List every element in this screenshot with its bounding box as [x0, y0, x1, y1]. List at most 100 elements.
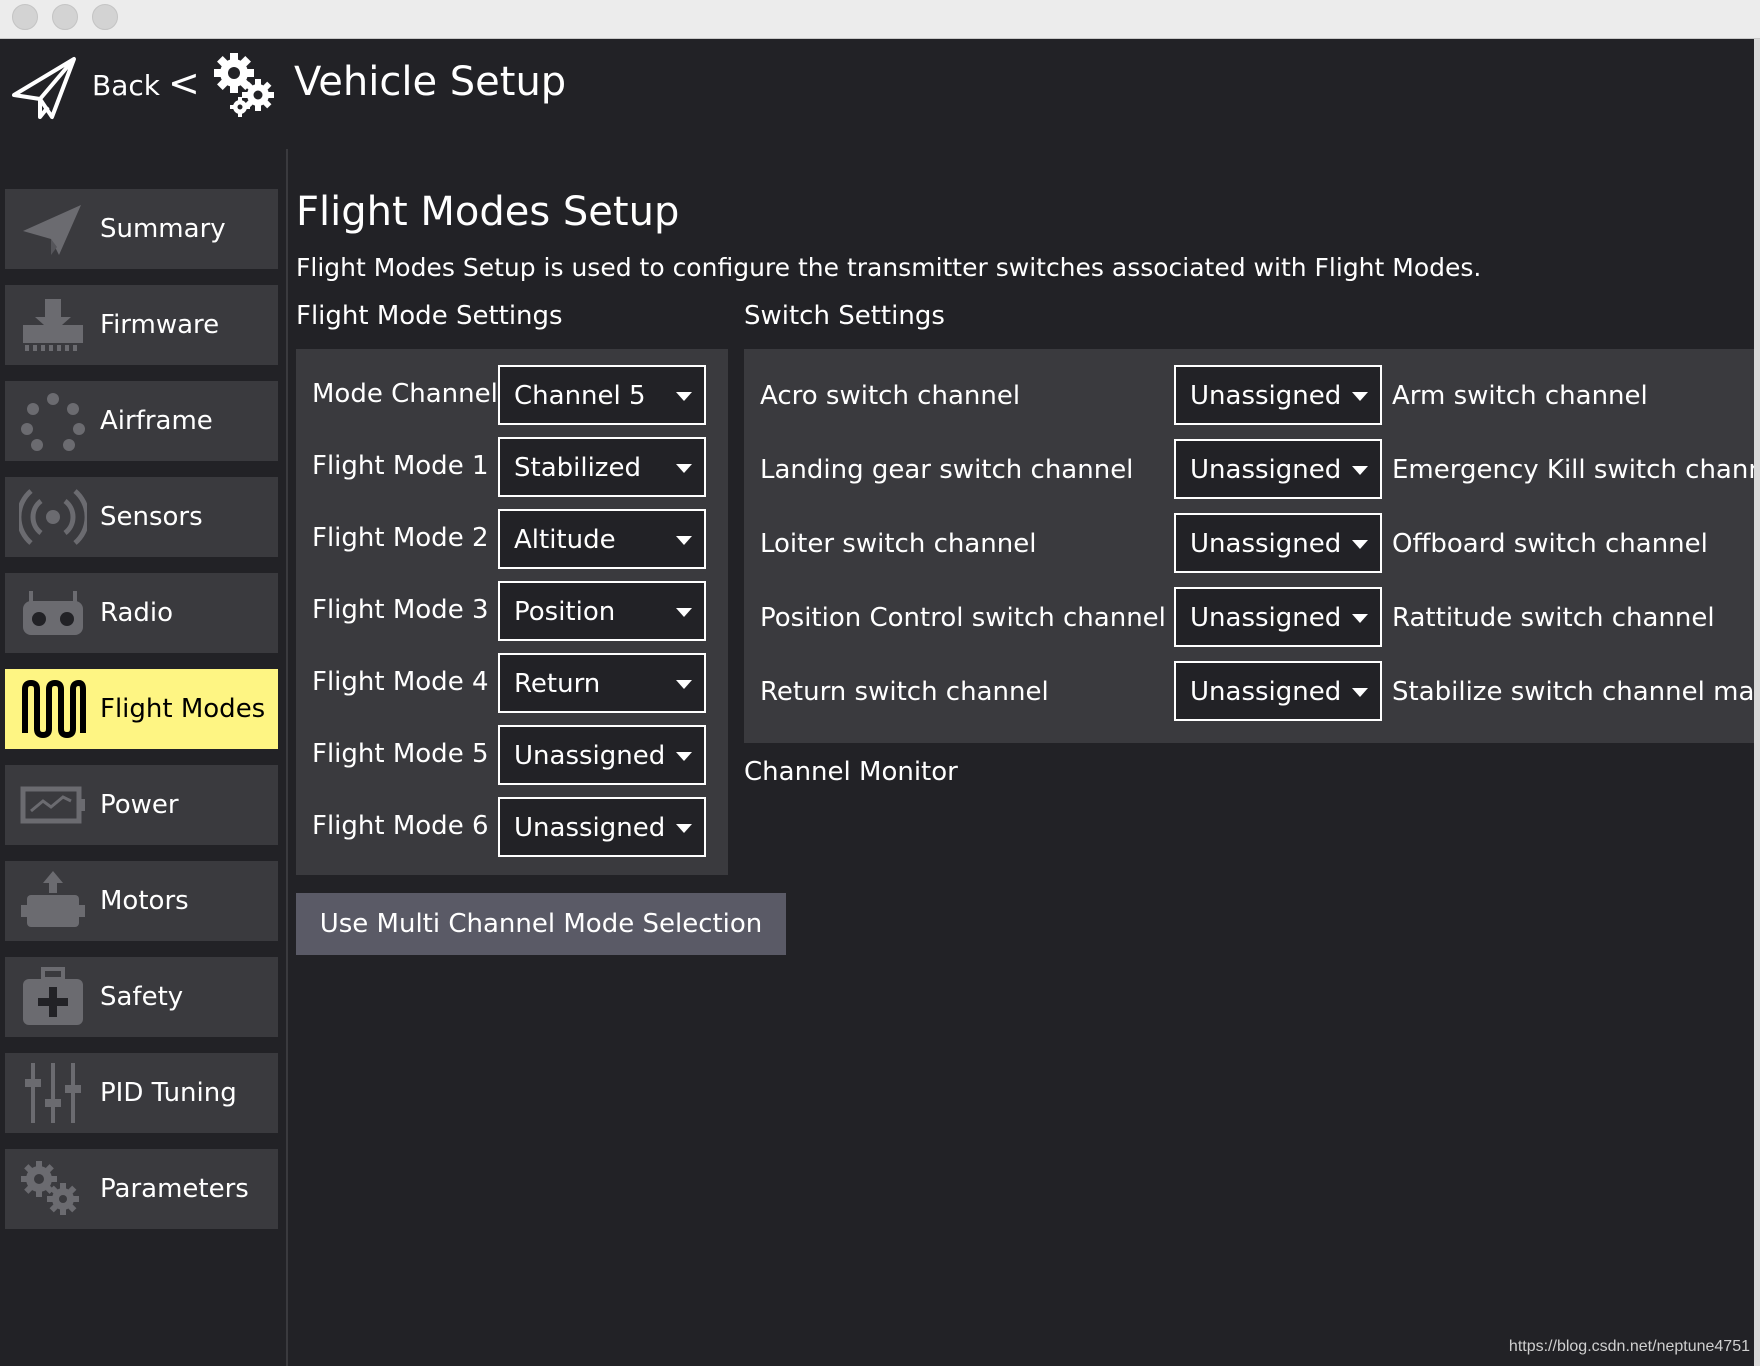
- flight-mode-1-row: Flight Mode 1 Stabilized: [312, 437, 720, 499]
- sidebar-item-label: Summary: [100, 214, 226, 244]
- dropdown-arrow-icon: [1352, 466, 1368, 475]
- flight-mode-1-dropdown[interactable]: Stabilized: [498, 437, 706, 497]
- dropdown-arrow-icon: [676, 464, 692, 473]
- plane-icon[interactable]: [10, 53, 80, 123]
- sidebar-item-label: Motors: [100, 886, 189, 916]
- acro-switch-dropdown[interactable]: Unassigned: [1174, 365, 1382, 425]
- mode-channel-dropdown[interactable]: Channel 5: [498, 365, 706, 425]
- loiter-switch-dropdown[interactable]: Unassigned: [1174, 513, 1382, 573]
- switch-row: Return switch channel Unassigned Stabili…: [744, 661, 1754, 723]
- page-description: Flight Modes Setup is used to configure …: [296, 253, 1482, 282]
- return-switch-label: Return switch channel: [760, 677, 1049, 707]
- sidebar-item-label: Firmware: [100, 310, 220, 340]
- power-icon: [20, 786, 85, 824]
- airframe-icon: [21, 393, 85, 451]
- dropdown-arrow-icon: [676, 392, 692, 401]
- flight-mode-label: Flight Mode 1: [312, 451, 489, 481]
- plane-icon: [23, 205, 81, 255]
- return-switch-dropdown[interactable]: Unassigned: [1174, 661, 1382, 721]
- sidebar-item-parameters[interactable]: Parameters: [5, 1149, 278, 1229]
- emergency-kill-switch-label: Emergency Kill switch chann: [1392, 455, 1754, 485]
- safety-icon: [23, 967, 83, 1025]
- minimize-window-button[interactable]: [52, 4, 78, 30]
- sidebar-item-label: Power: [100, 790, 179, 820]
- dropdown-arrow-icon: [676, 680, 692, 689]
- flight-mode-label: Flight Mode 2: [312, 523, 489, 553]
- zoom-window-button[interactable]: [92, 4, 118, 30]
- channel-monitor-heading: Channel Monitor: [744, 757, 958, 787]
- acro-switch-label: Acro switch channel: [760, 381, 1021, 411]
- breadcrumb-separator: <: [168, 61, 200, 105]
- stabilize-switch-label: Stabilize switch channel ma: [1392, 677, 1754, 707]
- flight-mode-settings-heading: Flight Mode Settings: [296, 301, 563, 331]
- flight-mode-5-dropdown[interactable]: Unassigned: [498, 725, 706, 785]
- sidebar-item-firmware[interactable]: Firmware: [5, 285, 278, 365]
- sidebar-item-sensors[interactable]: Sensors: [5, 477, 278, 557]
- arm-switch-label: Arm switch channel: [1392, 381, 1648, 411]
- sidebar-item-motors[interactable]: Motors: [5, 861, 278, 941]
- sidebar-item-label: Radio: [100, 598, 174, 628]
- switch-row: Position Control switch channel Unassign…: [744, 587, 1754, 649]
- sidebar-item-airframe[interactable]: Airframe: [5, 381, 278, 461]
- dropdown-arrow-icon: [676, 824, 692, 833]
- sidebar-item-label: Sensors: [100, 502, 203, 532]
- page-title: Flight Modes Setup: [296, 189, 680, 235]
- close-window-button[interactable]: [12, 4, 38, 30]
- dropdown-value: Altitude: [514, 525, 616, 555]
- mode-channel-row: Mode Channel Channel 5: [312, 365, 720, 427]
- sidebar-item-radio[interactable]: Radio: [5, 573, 278, 653]
- dropdown-value: Unassigned: [1190, 529, 1342, 559]
- sidebar-item-label: Flight Modes: [100, 694, 266, 724]
- position-control-switch-label: Position Control switch channel: [760, 603, 1166, 633]
- position-control-switch-dropdown[interactable]: Unassigned: [1174, 587, 1382, 647]
- dropdown-value: Position: [514, 597, 616, 627]
- dropdown-value: Unassigned: [1190, 381, 1342, 411]
- sidebar-item-label: Airframe: [100, 406, 213, 436]
- sidebar-item-summary[interactable]: Summary: [5, 189, 278, 269]
- dropdown-value: Unassigned: [1190, 677, 1342, 707]
- flight-mode-2-row: Flight Mode 2 Altitude: [312, 509, 720, 571]
- page-header-title: Vehicle Setup: [294, 59, 567, 105]
- flight-mode-settings-panel: Mode Channel Channel 5 Flight Mode 1 Sta…: [296, 349, 728, 875]
- flight-mode-6-row: Flight Mode 6 Unassigned: [312, 797, 720, 859]
- window-titlebar: [0, 0, 1760, 39]
- dropdown-value: Unassigned: [1190, 455, 1342, 485]
- dropdown-arrow-icon: [1352, 614, 1368, 623]
- dropdown-arrow-icon: [1352, 392, 1368, 401]
- dropdown-value: Return: [514, 669, 601, 699]
- flight-mode-4-dropdown[interactable]: Return: [498, 653, 706, 713]
- flight-mode-label: Flight Mode 5: [312, 739, 489, 769]
- rattitude-switch-label: Rattitude switch channel: [1392, 603, 1715, 633]
- landing-gear-switch-dropdown[interactable]: Unassigned: [1174, 439, 1382, 499]
- main-content: Flight Modes Setup Flight Modes Setup is…: [296, 149, 1754, 1366]
- sidebar-item-safety[interactable]: Safety: [5, 957, 278, 1037]
- sensors-icon: [19, 489, 87, 545]
- gears-icon: [214, 53, 274, 117]
- switch-row: Acro switch channel Unassigned Arm switc…: [744, 365, 1754, 427]
- mode-channel-label: Mode Channel: [312, 379, 498, 409]
- dropdown-value: Channel 5: [514, 381, 646, 411]
- flight-mode-3-dropdown[interactable]: Position: [498, 581, 706, 641]
- flight-mode-2-dropdown[interactable]: Altitude: [498, 509, 706, 569]
- flight-mode-5-row: Flight Mode 5 Unassigned: [312, 725, 720, 787]
- sidebar-item-power[interactable]: Power: [5, 765, 278, 845]
- window-edge: [1754, 39, 1760, 1366]
- offboard-switch-label: Offboard switch channel: [1392, 529, 1708, 559]
- header: Back < Vehicle Setup: [0, 39, 1754, 149]
- app-window: Back < Vehicle Setup Summary Firmware Ai…: [0, 39, 1754, 1366]
- flight-mode-label: Flight Mode 6: [312, 811, 489, 841]
- flight-mode-6-dropdown[interactable]: Unassigned: [498, 797, 706, 857]
- multi-channel-mode-button[interactable]: Use Multi Channel Mode Selection: [296, 893, 786, 955]
- sidebar-item-pid-tuning[interactable]: PID Tuning: [5, 1053, 278, 1133]
- dropdown-value: Stabilized: [514, 453, 641, 483]
- sidebar-item-label: Parameters: [100, 1174, 249, 1204]
- flight-modes-icon: [22, 679, 86, 739]
- switch-settings-panel: Acro switch channel Unassigned Arm switc…: [744, 349, 1754, 743]
- dropdown-value: Unassigned: [1190, 603, 1342, 633]
- back-button[interactable]: Back: [92, 69, 160, 102]
- sidebar: Summary Firmware Airframe Sensors Radio …: [0, 149, 288, 1366]
- sidebar-item-label: PID Tuning: [100, 1078, 237, 1108]
- switch-settings-heading: Switch Settings: [744, 301, 945, 331]
- sidebar-item-flight-modes[interactable]: Flight Modes: [5, 669, 278, 749]
- pid-tuning-icon: [25, 1063, 81, 1123]
